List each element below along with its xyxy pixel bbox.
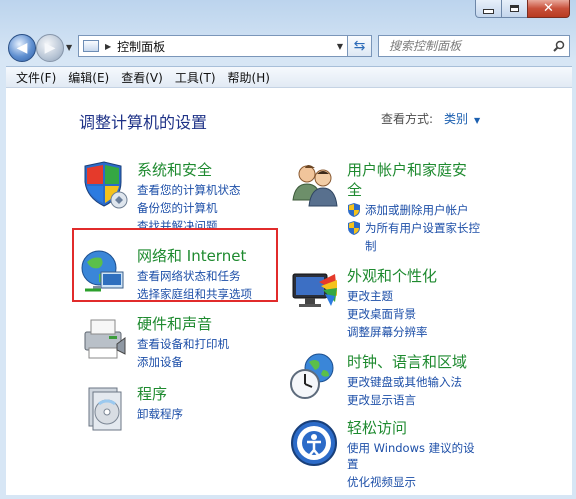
menu-edit[interactable]: 编辑(E) [62, 69, 115, 86]
chevron-down-icon: ▼ [474, 116, 481, 125]
view-by-label: 查看方式: [381, 112, 434, 126]
navigation-bar: ◀ ▶ ▼ ▶ 控制面板 ▼ ⇆ [6, 32, 572, 64]
shield-icon[interactable] [79, 160, 129, 210]
menu-view[interactable]: 查看(V) [115, 69, 169, 86]
ease-of-access-icon[interactable] [289, 418, 339, 468]
breadcrumb-control-panel[interactable]: 控制面板 [117, 38, 165, 55]
category-title[interactable]: 外观和个性化 [347, 266, 437, 286]
caption-buttons: ✕ [475, 0, 570, 18]
minimize-icon [483, 9, 494, 14]
category-appearance: 外观和个性化 更改主题 更改桌面背景 调整屏幕分辨率 [289, 266, 499, 339]
category-title[interactable]: 系统和安全 [137, 160, 212, 180]
category-title[interactable]: 轻松访问 [347, 418, 407, 438]
category-title[interactable]: 硬件和声音 [137, 314, 212, 334]
link-view-computer-status[interactable]: 查看您的计算机状态 [137, 182, 241, 198]
programs-icon[interactable] [79, 384, 129, 434]
link-backup-computer[interactable]: 备份您的计算机 [137, 200, 218, 216]
link-change-keyboard[interactable]: 更改键盘或其他输入法 [347, 374, 462, 390]
recent-pages-dropdown[interactable]: ▼ [66, 43, 72, 52]
search-box[interactable] [378, 35, 570, 57]
link-adjust-resolution[interactable]: 调整屏幕分辨率 [347, 324, 428, 340]
category-title[interactable]: 时钟、语言和区域 [347, 352, 467, 372]
link-change-theme[interactable]: 更改主题 [347, 288, 393, 304]
window-frame: ✕ ◀ ▶ ▼ ▶ 控制面板 ▼ ⇆ 文件(F) 编辑(E) 查看(V) 工具(… [0, 0, 576, 499]
link-windows-suggested-settings[interactable]: 使用 Windows 建议的设 [347, 440, 475, 456]
search-icon[interactable] [549, 40, 569, 52]
back-arrow-icon: ◀ [16, 40, 28, 56]
link-devices-printers[interactable]: 查看设备和打印机 [137, 336, 229, 352]
category-title[interactable]: 程序 [137, 384, 167, 404]
highlight-box [72, 228, 278, 302]
maximize-icon [510, 5, 519, 12]
clock-globe-icon[interactable] [289, 352, 339, 402]
link-change-display-language[interactable]: 更改显示语言 [347, 392, 416, 408]
menu-bar: 文件(F) 编辑(E) 查看(V) 工具(T) 帮助(H) [6, 66, 572, 88]
link-add-remove-users[interactable]: 添加或删除用户帐户 [365, 202, 469, 218]
display-icon[interactable] [289, 266, 339, 316]
forward-arrow-icon: ▶ [44, 40, 56, 56]
link-optimize-visual-display[interactable]: 优化视频显示 [347, 474, 416, 490]
category-title-line2[interactable]: 全 [347, 180, 362, 200]
refresh-button[interactable]: ⇆ [348, 35, 372, 57]
view-by-value: 类别 [444, 112, 469, 126]
close-icon: ✕ [543, 1, 554, 16]
category-user-accounts: 用户帐户和家庭安 全 添加或删除用户帐户 为所有用户设置家长控 制 [289, 160, 499, 256]
address-bar[interactable]: ▶ 控制面板 ▼ [78, 35, 348, 57]
category-system-security: 系统和安全 查看您的计算机状态 备份您的计算机 查找并解决问题 [79, 160, 269, 230]
back-button[interactable]: ◀ [8, 34, 36, 62]
category-programs: 程序 卸载程序 [79, 384, 269, 436]
menu-help[interactable]: 帮助(H) [222, 69, 276, 86]
printer-icon[interactable] [79, 314, 129, 364]
address-dropdown-icon[interactable]: ▼ [337, 42, 343, 51]
category-clock-language: 时钟、语言和区域 更改键盘或其他输入法 更改显示语言 [289, 352, 499, 407]
link-windows-suggested-settings-cont[interactable]: 置 [347, 456, 359, 472]
link-uninstall-program[interactable]: 卸载程序 [137, 406, 183, 422]
link-parental-controls-cont[interactable]: 制 [365, 238, 377, 254]
refresh-icon: ⇆ [353, 38, 366, 54]
control-panel-content: 调整计算机的设置 查看方式: 类别 ▼ 系统和安全 查看您的计算机状态 备份您的计… [6, 88, 572, 495]
category-ease-of-access: 轻松访问 使用 Windows 建议的设 置 优化视频显示 [289, 418, 499, 494]
search-input[interactable] [379, 38, 549, 54]
uac-shield-icon [348, 203, 360, 217]
category-title-line1[interactable]: 用户帐户和家庭安 [347, 160, 467, 180]
close-button[interactable]: ✕ [527, 0, 570, 18]
link-parental-controls[interactable]: 为所有用户设置家长控 [365, 220, 480, 236]
menu-file[interactable]: 文件(F) [10, 69, 62, 86]
minimize-button[interactable] [475, 0, 502, 18]
link-add-device[interactable]: 添加设备 [137, 354, 183, 370]
maximize-button[interactable] [501, 0, 528, 18]
view-by-dropdown[interactable]: 类别 ▼ [444, 110, 480, 127]
breadcrumb-separator-icon[interactable]: ▶ [105, 42, 111, 51]
page-title: 调整计算机的设置 [79, 113, 208, 132]
category-hardware-sound: 硬件和声音 查看设备和打印机 添加设备 [79, 314, 269, 369]
users-icon[interactable] [289, 160, 339, 210]
menu-tools[interactable]: 工具(T) [169, 69, 222, 86]
forward-button[interactable]: ▶ [36, 34, 64, 62]
uac-shield-icon [348, 221, 360, 235]
link-change-desktop-background[interactable]: 更改桌面背景 [347, 306, 416, 322]
control-panel-folder-icon [83, 40, 99, 52]
